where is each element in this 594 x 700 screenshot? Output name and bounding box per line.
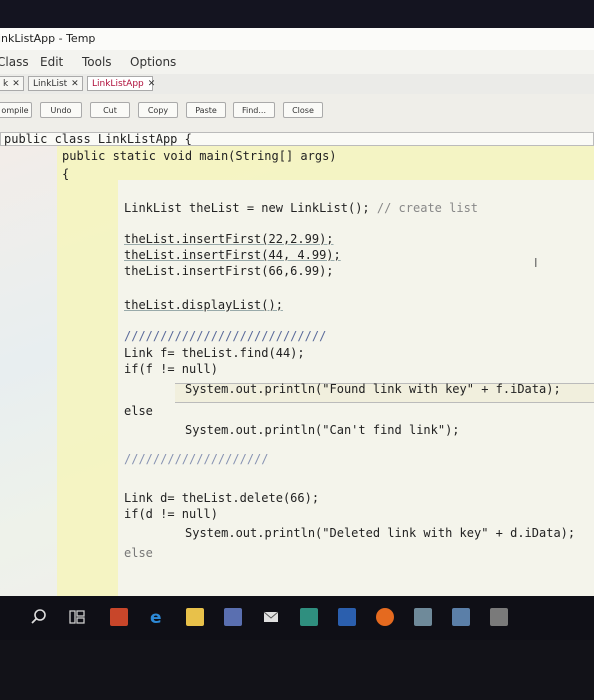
code-line: theList.displayList(); [124, 298, 283, 312]
edge-icon[interactable]: e [148, 608, 166, 626]
search-icon[interactable] [30, 608, 48, 626]
code-comment: // create list [376, 201, 479, 215]
tab-label: LinkList [33, 79, 68, 89]
code-line: System.out.println("Can't find link"); [185, 423, 460, 437]
tab-linklistapp[interactable]: LinkListApp ✕ [87, 76, 156, 91]
code-editor[interactable]: public class LinkListApp { public static… [0, 132, 594, 596]
code-line: if(d != null) [124, 507, 218, 521]
app-icon-3[interactable] [490, 608, 508, 626]
code-comment-line: //////////////////// [124, 452, 269, 466]
code-text: LinkList theList = new LinkList(); [124, 201, 377, 215]
word-icon[interactable] [338, 608, 356, 626]
compile-button[interactable]: ompile [0, 102, 32, 118]
code-line: if(f != null) [124, 362, 218, 376]
menu-bar: Class Edit Tools Options [0, 50, 594, 74]
menu-edit[interactable]: Edit [40, 55, 63, 69]
window-title: inkListApp - Temp [0, 32, 96, 45]
screen: inkListApp - Temp Class Edit Tools Optio… [0, 28, 594, 596]
code-line: { [62, 167, 70, 181]
code-line: Link f= theList.find(44); [124, 346, 305, 360]
explorer-icon[interactable] [186, 608, 204, 626]
firefox-icon[interactable] [376, 608, 394, 626]
tab-k[interactable]: k ✕ [0, 76, 24, 91]
code-line: theList.insertFirst(44, 4.99); [124, 248, 341, 262]
code-line: theList.insertFirst(66,6.99); [124, 264, 334, 278]
find-button[interactable]: Find... [233, 102, 275, 118]
text-cursor-icon: I [534, 256, 538, 270]
mail-icon[interactable] [262, 608, 280, 626]
title-bar: inkListApp - Temp [0, 28, 594, 51]
menu-tools[interactable]: Tools [82, 55, 112, 69]
close-icon[interactable]: ✕ [12, 79, 20, 89]
close-icon[interactable]: ✕ [148, 79, 156, 89]
powerpoint-icon[interactable] [110, 608, 128, 626]
editor-tabs: k ✕ LinkList ✕ LinkListApp ✕ [0, 74, 594, 95]
code-comment-line: //////////////////////////// [124, 329, 327, 343]
svg-text:e: e [150, 608, 162, 626]
code-line: public class LinkListApp { [4, 132, 192, 146]
tab-label: k [3, 79, 9, 89]
code-line: System.out.println("Deleted link with ke… [185, 526, 576, 540]
code-line: System.out.println("Found link with key"… [185, 382, 561, 396]
paste-button[interactable]: Paste [186, 102, 226, 118]
app-icon[interactable] [414, 608, 432, 626]
taskbar: e [0, 596, 594, 640]
menu-options[interactable]: Options [130, 55, 176, 69]
code-line: else [124, 404, 153, 418]
code-line: LinkList theList = new LinkList(); // cr… [124, 201, 478, 215]
app-icon-2[interactable] [452, 608, 470, 626]
toolbar: ompile Undo Cut Copy Paste Find... Close [0, 94, 594, 132]
store-icon[interactable] [224, 608, 242, 626]
undo-button[interactable]: Undo [40, 102, 82, 118]
code-line: else [124, 546, 153, 560]
code-line: public static void main(String[] args) [62, 149, 337, 163]
tab-linklist[interactable]: LinkList ✕ [28, 76, 83, 91]
code-line: Link d= theList.delete(66); [124, 491, 320, 505]
tab-label: LinkListApp [92, 79, 144, 89]
publisher-icon[interactable] [300, 608, 318, 626]
cut-button[interactable]: Cut [90, 102, 130, 118]
monitor-bezel-bottom [0, 640, 594, 700]
code-line: theList.insertFirst(22,2.99); [124, 232, 334, 246]
monitor-bezel-top [0, 0, 594, 28]
menu-class[interactable]: Class [0, 55, 29, 69]
close-button[interactable]: Close [283, 102, 323, 118]
task-view-icon[interactable] [68, 608, 86, 626]
close-icon[interactable]: ✕ [71, 79, 79, 89]
copy-button[interactable]: Copy [138, 102, 178, 118]
